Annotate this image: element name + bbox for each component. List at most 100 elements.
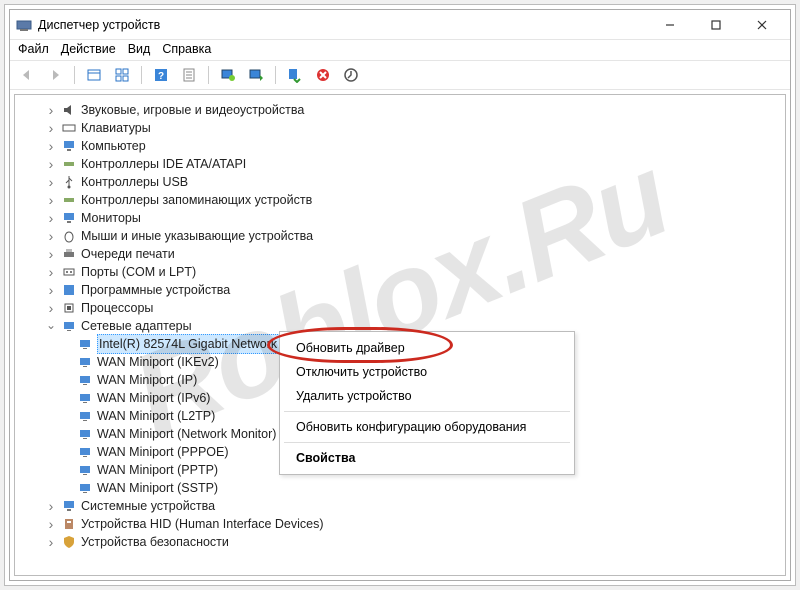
toolbar-icon[interactable] [340,64,362,86]
tree-node[interactable]: Процессоры [17,299,783,317]
system-icon [61,498,77,514]
tree-node[interactable]: Программные устройства [17,281,783,299]
devmgr-icon [16,17,32,33]
tree-node[interactable]: Мониторы [17,209,783,227]
network-icon [77,462,93,478]
tree-label: WAN Miniport (PPTP) [97,461,218,479]
chevron-right-icon[interactable] [45,299,57,317]
tree-label: Мониторы [81,209,141,227]
ctx-disable-device[interactable]: Отключить устройство [280,360,574,384]
update-driver-icon[interactable] [245,64,267,86]
help-icon[interactable]: ? [150,64,172,86]
tree-node[interactable]: Звуковые, игровые и видеоустройства [17,101,783,119]
scan-hardware-icon[interactable] [217,64,239,86]
chevron-right-icon[interactable] [45,191,57,209]
network-icon [77,408,93,424]
back-button[interactable] [16,64,38,86]
network-icon [77,444,93,460]
tree-label: Устройства HID (Human Interface Devices) [81,515,324,533]
chevron-right-icon[interactable] [45,497,57,515]
tree-pane: Звуковые, игровые и видеоустройства Клав… [14,94,786,576]
network-icon [77,372,93,388]
tree-label: Процессоры [81,299,153,317]
chevron-right-icon[interactable] [45,515,57,533]
network-icon [77,480,93,496]
tree-node[interactable]: Компьютер [17,137,783,155]
properties-icon[interactable] [178,64,200,86]
tree-label: WAN Miniport (SSTP) [97,479,218,497]
tree-node[interactable]: Устройства безопасности [17,533,783,551]
tree-label: Устройства безопасности [81,533,229,551]
titlebar: Диспетчер устройств [10,10,790,40]
tree-label: Контроллеры запоминающих устройств [81,191,312,209]
chevron-right-icon[interactable] [45,119,57,137]
chevron-right-icon[interactable] [45,227,57,245]
hid-icon [61,516,77,532]
ctx-update-driver[interactable]: Обновить драйвер [280,336,574,360]
ctx-separator [284,442,570,443]
toolbar-sep [208,66,209,84]
ctx-properties[interactable]: Свойства [280,446,574,470]
chevron-down-icon[interactable] [45,317,57,335]
device-manager-window: Диспетчер устройств Файл Действие Вид Сп… [9,9,791,581]
network-icon [77,354,93,370]
tree-node[interactable]: Очереди печати [17,245,783,263]
usb-icon [61,174,77,190]
context-menu: Обновить драйвер Отключить устройство Уд… [279,331,575,475]
tree-label: Мыши и иные указывающие устройства [81,227,313,245]
svg-text:?: ? [158,71,164,82]
menu-help[interactable]: Справка [162,42,211,56]
chevron-right-icon[interactable] [45,263,57,281]
tree-node[interactable]: Системные устройства [17,497,783,515]
tree-label: Сетевые адаптеры [81,317,192,335]
minimize-button[interactable] [648,12,692,38]
computer-icon [61,138,77,154]
software-icon [61,282,77,298]
tree-node[interactable]: Порты (COM и LPT) [17,263,783,281]
uninstall-device-icon[interactable] [312,64,334,86]
tree-label: WAN Miniport (PPPOE) [97,443,229,461]
chevron-right-icon[interactable] [45,281,57,299]
tree-label: Порты (COM и LPT) [81,263,196,281]
tree-label: Очереди печати [81,245,175,263]
chevron-right-icon[interactable] [45,101,57,119]
tree-node[interactable]: Устройства HID (Human Interface Devices) [17,515,783,533]
chevron-right-icon[interactable] [45,155,57,173]
tree-label: WAN Miniport (Network Monitor) [97,425,276,443]
chevron-right-icon[interactable] [45,245,57,263]
monitor-icon [61,210,77,226]
printer-icon [61,246,77,262]
ctx-separator [284,411,570,412]
toolbar-sep [74,66,75,84]
ctx-scan-hardware[interactable]: Обновить конфигурацию оборудования [280,415,574,439]
forward-button[interactable] [44,64,66,86]
chevron-right-icon[interactable] [45,173,57,191]
maximize-button[interactable] [694,12,738,38]
keyboard-icon [61,120,77,136]
toolbar-icon[interactable] [111,64,133,86]
chevron-right-icon[interactable] [45,533,57,551]
window-title: Диспетчер устройств [38,18,648,32]
close-button[interactable] [740,12,784,38]
tree-label: Компьютер [81,137,146,155]
tree-node[interactable]: Мыши и иные указывающие устройства [17,227,783,245]
menu-view[interactable]: Вид [128,42,151,56]
tree-node[interactable]: WAN Miniport (SSTP) [17,479,783,497]
tree-label: Контроллеры USB [81,173,188,191]
chevron-right-icon[interactable] [45,209,57,227]
toolbar: ? [10,60,790,90]
ctx-uninstall-device[interactable]: Удалить устройство [280,384,574,408]
tree-node[interactable]: Контроллеры USB [17,173,783,191]
chevron-right-icon[interactable] [45,137,57,155]
tree-node[interactable]: Контроллеры запоминающих устройств [17,191,783,209]
device-tree: Звуковые, игровые и видеоустройства Клав… [17,101,783,551]
mouse-icon [61,228,77,244]
tree-node[interactable]: Клавиатуры [17,119,783,137]
tree-node[interactable]: Контроллеры IDE ATA/ATAPI [17,155,783,173]
tree-label: Системные устройства [81,497,215,515]
menu-file[interactable]: Файл [18,42,49,56]
network-icon [77,426,93,442]
toolbar-icon[interactable] [83,64,105,86]
menu-action[interactable]: Действие [61,42,116,56]
disable-device-icon[interactable] [284,64,306,86]
